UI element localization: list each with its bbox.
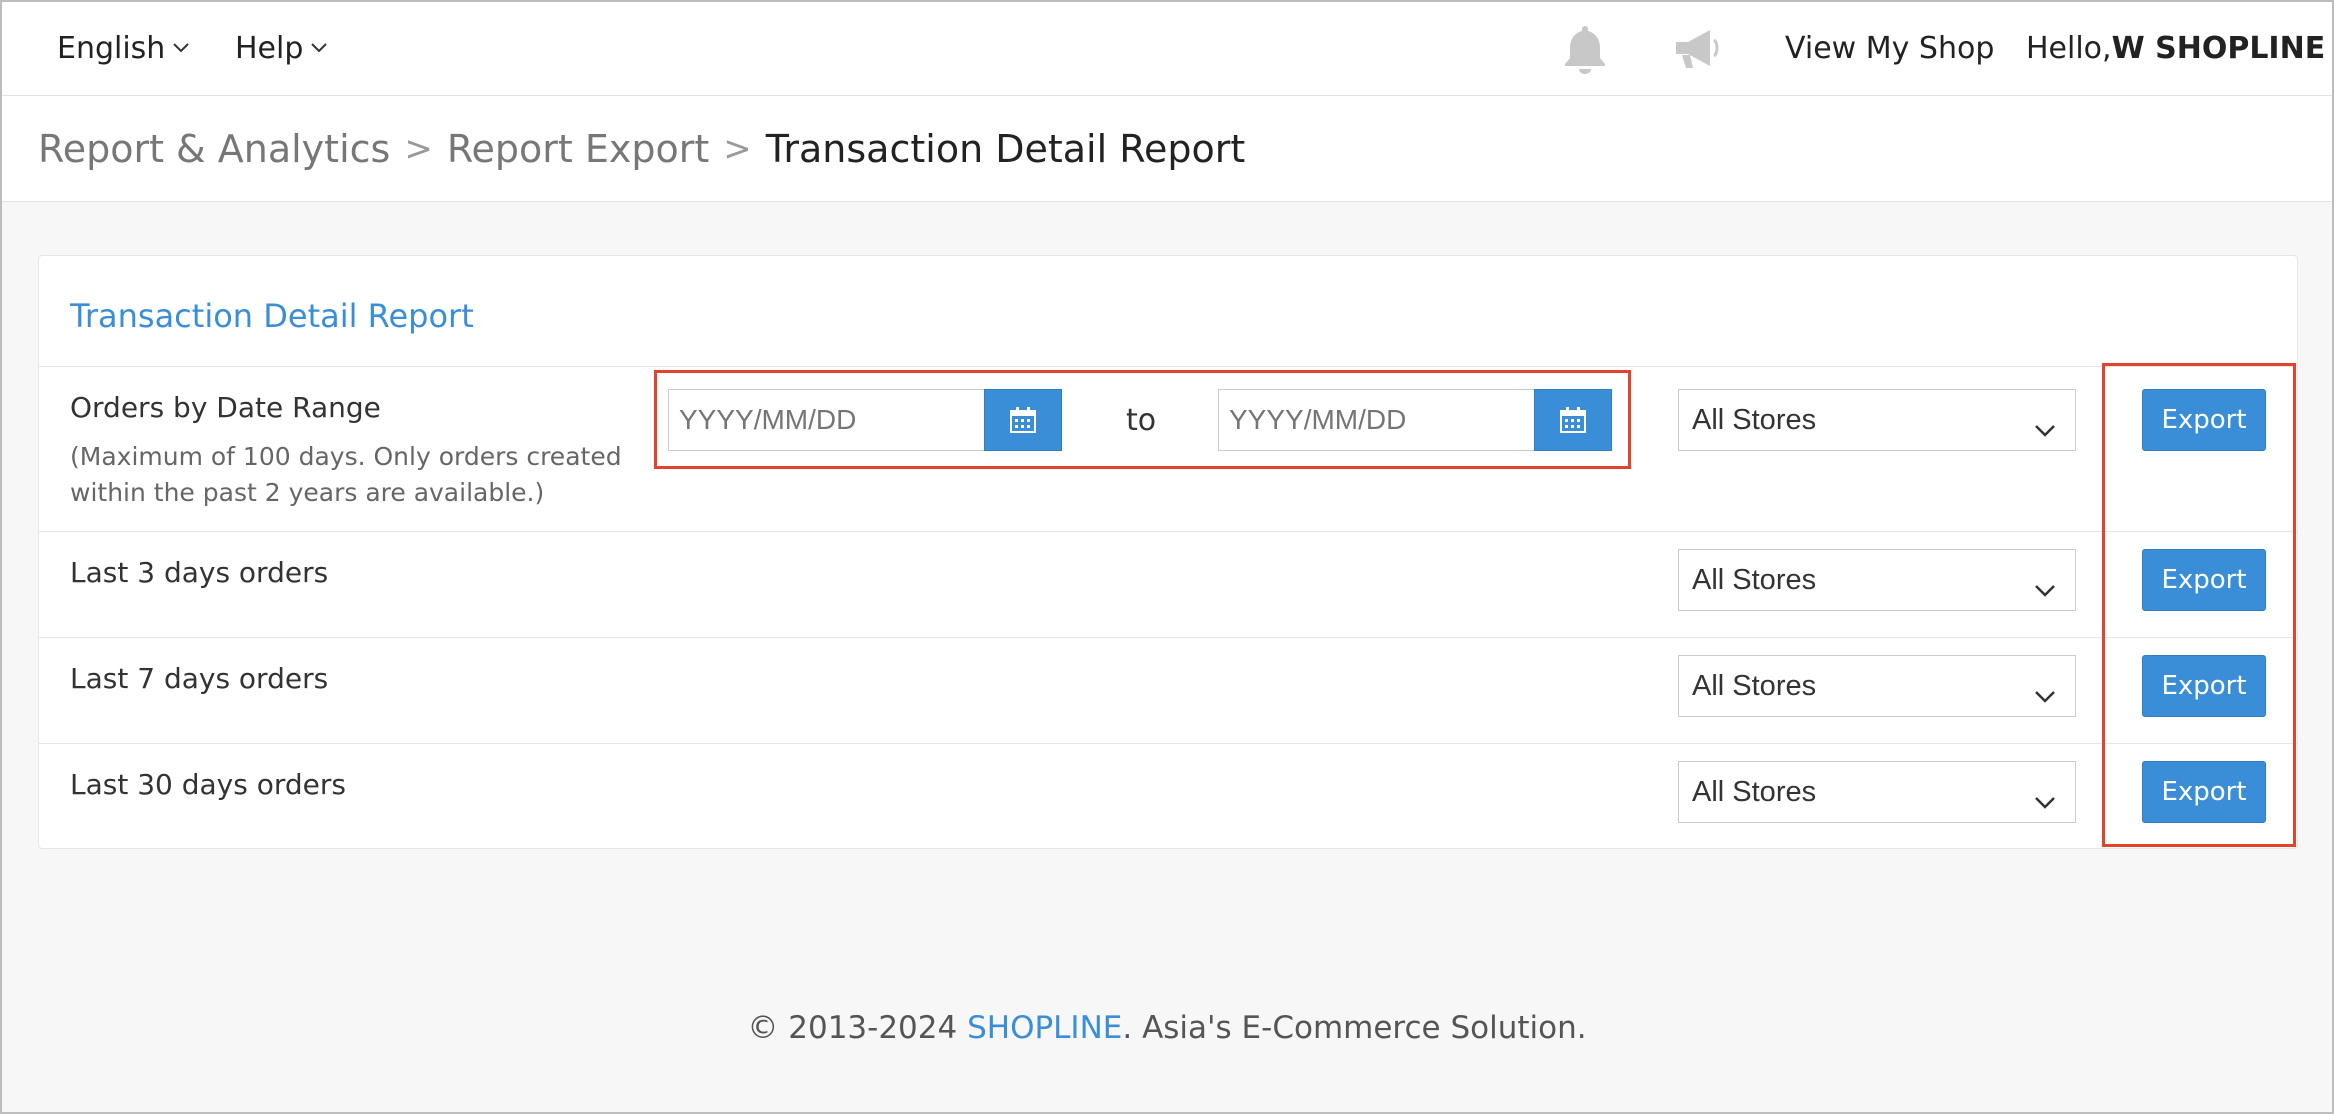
row-last-30-days: Last 30 days orders All Stores Export: [39, 743, 2297, 849]
breadcrumb-separator: >: [404, 128, 433, 169]
chevron-down-icon: [2035, 784, 2055, 817]
date-to-input[interactable]: [1218, 389, 1536, 451]
footer-brand-link[interactable]: SHOPLINE: [967, 1010, 1122, 1046]
shop-name: W SHOPLINE: [2111, 30, 2326, 66]
chevron-down-icon: [173, 43, 190, 53]
store-select-value: All Stores: [1692, 669, 1817, 702]
view-my-shop-label: View My Shop: [1785, 30, 1995, 66]
help-label: Help: [235, 30, 304, 66]
view-my-shop-link[interactable]: View My Shop: [1785, 0, 1994, 96]
chevron-down-icon: [2035, 412, 2055, 445]
help-dropdown[interactable]: Help: [235, 0, 328, 96]
row-label: Last 7 days orders: [70, 662, 329, 695]
store-select-value: All Stores: [1692, 775, 1817, 808]
to-label: to: [1126, 403, 1157, 438]
export-button[interactable]: Export: [2142, 389, 2266, 451]
store-select[interactable]: All Stores: [1678, 549, 2076, 611]
calendar-icon[interactable]: [1534, 389, 1612, 451]
breadcrumb-report-export[interactable]: Report Export: [447, 127, 709, 171]
row-label: Orders by Date Range: [70, 391, 381, 424]
panel-title: Transaction Detail Report: [70, 297, 474, 335]
bell-icon[interactable]: [1558, 22, 1612, 76]
date-from-input[interactable]: [668, 389, 986, 451]
row-label: Last 30 days orders: [70, 768, 346, 801]
footer-tagline: . Asia's E-Commerce Solution.: [1122, 1010, 1587, 1046]
chevron-down-icon: [2035, 678, 2055, 711]
row-last-7-days: Last 7 days orders All Stores Export: [39, 637, 2297, 743]
breadcrumb-report-analytics[interactable]: Report & Analytics: [38, 127, 390, 171]
store-select[interactable]: All Stores: [1678, 389, 2076, 451]
breadcrumb: Report & Analytics > Report Export > Tra…: [0, 96, 2334, 202]
chevron-down-icon: [2035, 572, 2055, 605]
language-dropdown[interactable]: English: [57, 0, 190, 96]
export-button[interactable]: Export: [2142, 655, 2266, 717]
breadcrumb-current: Transaction Detail Report: [765, 126, 1246, 171]
chevron-down-icon: [311, 43, 328, 53]
hello-prefix: Hello,: [2026, 30, 2112, 66]
footer-copyright: © 2013-2024: [747, 1010, 968, 1046]
calendar-icon[interactable]: [984, 389, 1062, 451]
store-select-value: All Stores: [1692, 403, 1817, 436]
row-hint: (Maximum of 100 days. Only orders create…: [70, 442, 622, 507]
megaphone-icon[interactable]: [1670, 22, 1724, 76]
export-button[interactable]: Export: [2142, 761, 2266, 823]
top-bar: English Help View My Shop Hello, W SHOPL…: [0, 0, 2334, 96]
report-panel: Transaction Detail Report Orders by Date…: [38, 255, 2298, 849]
footer: © 2013-2024 SHOPLINE. Asia's E-Commerce …: [0, 1010, 2334, 1046]
store-select[interactable]: All Stores: [1678, 655, 2076, 717]
breadcrumb-separator: >: [723, 128, 752, 169]
store-select[interactable]: All Stores: [1678, 761, 2076, 823]
store-select-value: All Stores: [1692, 563, 1817, 596]
language-label: English: [57, 30, 166, 66]
row-last-3-days: Last 3 days orders All Stores Export: [39, 531, 2297, 637]
row-date-range: Orders by Date Range (Maximum of 100 day…: [39, 366, 2297, 531]
row-label: Last 3 days orders: [70, 556, 329, 589]
account-dropdown[interactable]: Hello, W SHOPLINE: [2026, 0, 2334, 96]
export-button[interactable]: Export: [2142, 549, 2266, 611]
